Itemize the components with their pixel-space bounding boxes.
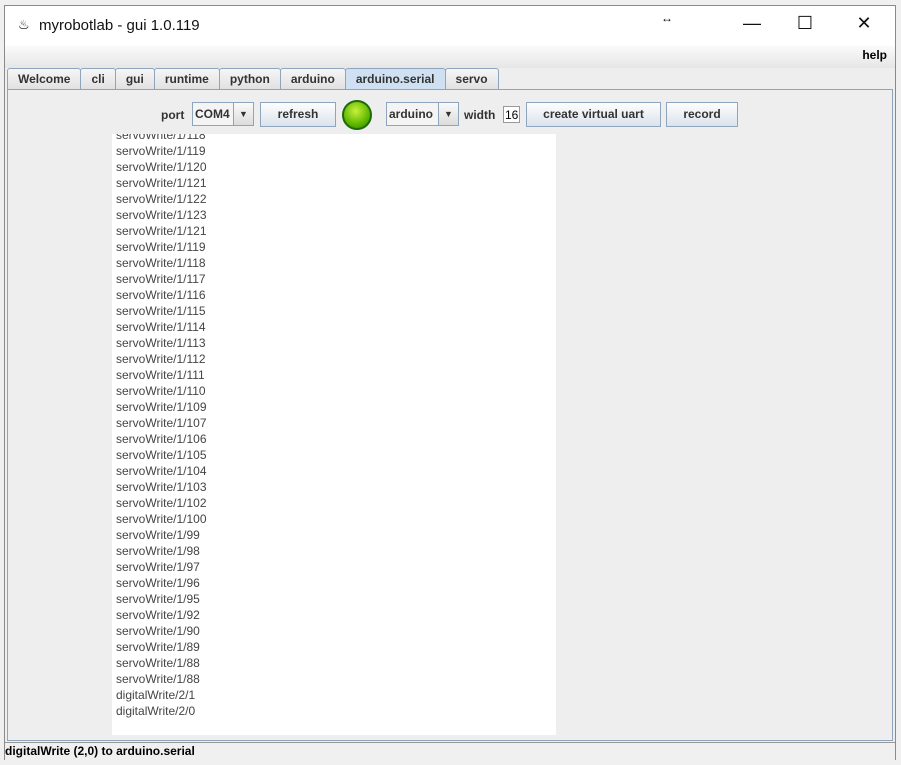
chevron-down-icon[interactable]: ▼ (233, 103, 253, 125)
log-line: servoWrite/1/109 (116, 400, 207, 414)
log-line: servoWrite/1/98 (116, 544, 200, 558)
width-input[interactable]: 16 (503, 106, 520, 123)
log-line: servoWrite/1/113 (116, 336, 206, 350)
log-line: servoWrite/1/92 (116, 608, 200, 622)
port-label: port (161, 108, 185, 122)
tab-python[interactable]: python (218, 68, 281, 89)
log-line: servoWrite/1/102 (116, 496, 207, 510)
log-line: servoWrite/1/104 (116, 464, 207, 478)
log-line: servoWrite/1/97 (116, 560, 200, 574)
app-window: ♨ myrobotlab - gui 1.0.119 ↔ — ☐ ✕ help … (4, 5, 896, 760)
tab-cli[interactable]: cli (80, 68, 116, 89)
record-button[interactable]: record (666, 102, 738, 127)
log-line: servoWrite/1/96 (116, 576, 200, 590)
log-line: servoWrite/1/119 (116, 144, 206, 158)
width-label: width (464, 108, 496, 122)
tab-servo[interactable]: servo (444, 68, 499, 89)
menu-bar: help (5, 46, 895, 68)
tab-bar: Welcome cli gui runtime python arduino arduino… (7, 68, 499, 89)
log-line: servoWrite/1/89 (116, 640, 200, 654)
log-line: servoWrite/1/88 (116, 656, 200, 670)
log-line: servoWrite/1/105 (116, 448, 207, 462)
log-line: servoWrite/1/122 (116, 192, 207, 206)
board-value: arduino (389, 107, 433, 121)
log-line: servoWrite/1/100 (116, 512, 207, 526)
port-select[interactable]: COM4 ▼ (192, 102, 254, 126)
log-line: servoWrite/1/118 (116, 134, 206, 142)
log-line: servoWrite/1/95 (116, 592, 200, 606)
tab-runtime[interactable]: runtime (153, 68, 220, 89)
create-virtual-uart-button[interactable]: create virtual uart (526, 102, 661, 127)
log-line: servoWrite/1/121 (116, 176, 207, 190)
log-line: servoWrite/1/99 (116, 528, 200, 542)
log-line: servoWrite/1/119 (116, 240, 206, 254)
log-line: servoWrite/1/110 (116, 384, 206, 398)
chevron-down-icon[interactable]: ▼ (438, 103, 458, 125)
log-line: servoWrite/1/120 (116, 160, 207, 174)
log-line: servoWrite/1/118 (116, 256, 206, 270)
tab-gui[interactable]: gui (114, 68, 155, 89)
port-value: COM4 (195, 107, 230, 121)
tab-arduino[interactable]: arduino (279, 68, 346, 89)
log-line: servoWrite/1/111 (116, 368, 205, 382)
log-line: digitalWrite/2/1 (116, 688, 196, 702)
log-line: servoWrite/1/115 (116, 304, 206, 318)
menu-help[interactable]: help (862, 48, 887, 62)
log-line: servoWrite/1/121 (116, 224, 207, 238)
log-line: servoWrite/1/103 (116, 480, 207, 494)
log-line: servoWrite/1/117 (116, 272, 206, 286)
maximize-button[interactable]: ☐ (785, 13, 825, 34)
log-line: servoWrite/1/88 (116, 672, 200, 686)
log-line: digitalWrite/2/0 (116, 704, 196, 718)
tab-welcome[interactable]: Welcome (7, 68, 82, 89)
log-line: servoWrite/1/114 (116, 320, 206, 334)
toolbar: port COM4 ▼ refresh arduino ▼ width 16 c… (8, 100, 892, 130)
app-icon: ♨ (18, 17, 30, 32)
close-button[interactable]: ✕ (844, 13, 884, 34)
window-title: myrobotlab - gui 1.0.119 (39, 17, 200, 34)
serial-log[interactable]: servoWrite/1/118 servoWrite/1/119 servoWri… (112, 134, 556, 735)
log-line: servoWrite/1/116 (116, 288, 206, 302)
log-line: servoWrite/1/123 (116, 208, 207, 222)
minimize-button[interactable]: — (732, 13, 772, 34)
title-bar[interactable]: ♨ myrobotlab - gui 1.0.119 ↔ — ☐ ✕ (5, 6, 895, 46)
refresh-button[interactable]: refresh (260, 102, 336, 127)
log-line: servoWrite/1/112 (116, 352, 206, 366)
serial-panel: port COM4 ▼ refresh arduino ▼ width 16 c… (7, 89, 893, 741)
log-line: servoWrite/1/107 (116, 416, 207, 430)
board-select[interactable]: arduino ▼ (386, 102, 459, 126)
log-line: servoWrite/1/106 (116, 432, 207, 446)
status-bar: digitalWrite (2,0) to arduino.serial (5, 742, 895, 760)
connection-status-led (342, 100, 372, 130)
tab-arduino-serial[interactable]: arduino.serial (344, 68, 446, 89)
resize-arrows-icon: ↔ (661, 11, 673, 25)
log-line: servoWrite/1/90 (116, 624, 200, 638)
